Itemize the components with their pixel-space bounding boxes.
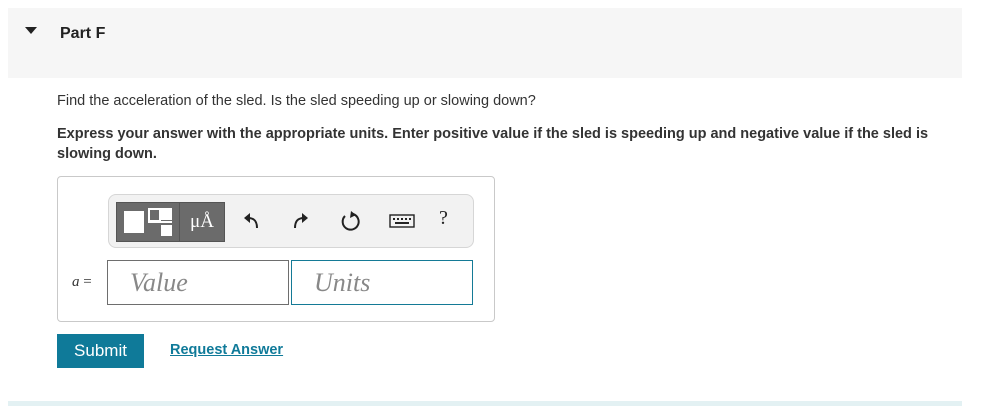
units-button[interactable]: μÅ [179, 202, 225, 242]
undo-icon [244, 213, 258, 229]
request-answer-link[interactable]: Request Answer [170, 342, 283, 358]
keyboard-icon [389, 214, 415, 228]
template-square-icon [161, 208, 172, 220]
instruction-text: Express your answer with the appropriate… [57, 126, 929, 162]
value-input[interactable]: Value [107, 260, 289, 305]
redo-button[interactable] [287, 208, 313, 234]
collapse-triangle-icon[interactable] [25, 27, 37, 34]
part-title: Part F [60, 25, 106, 42]
template-square-icon [161, 225, 172, 236]
variable-name: a [72, 274, 80, 290]
part-header[interactable] [8, 8, 962, 78]
variable-label: a = [72, 274, 92, 291]
reset-icon [341, 211, 360, 231]
submit-button[interactable]: Submit [57, 334, 144, 368]
redo-icon [294, 213, 308, 229]
template-square-icon [124, 211, 144, 233]
reset-button[interactable] [337, 208, 363, 234]
next-part-strip [8, 401, 962, 406]
undo-button[interactable] [239, 208, 265, 234]
fraction-bar-icon [148, 221, 172, 223]
equals-sign: = [83, 274, 92, 290]
units-input[interactable]: Units [291, 260, 473, 305]
keyboard-button[interactable] [387, 208, 417, 234]
help-button[interactable]: ? [439, 207, 448, 230]
question-text: Find the acceleration of the sled. Is th… [57, 93, 536, 109]
templates-button[interactable] [116, 202, 180, 242]
answer-box: μÅ ? a = Value Units [57, 176, 495, 322]
math-toolbar: μÅ ? [108, 194, 474, 248]
template-box-icon [148, 208, 161, 222]
